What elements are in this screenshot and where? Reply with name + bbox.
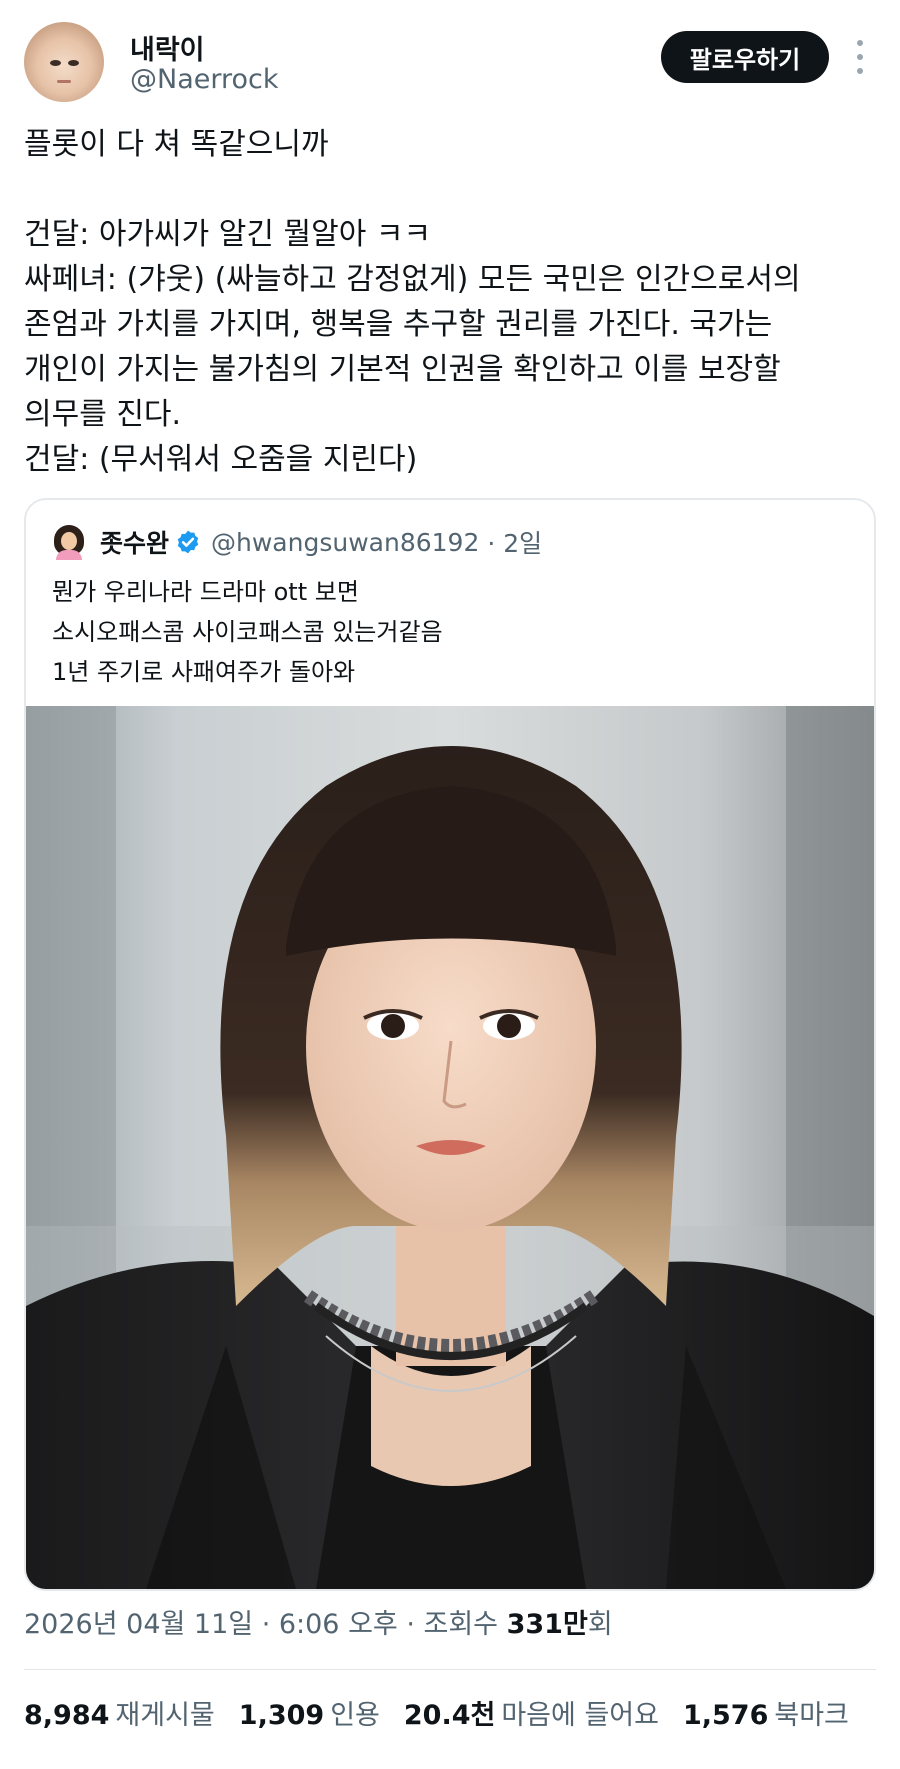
author-display-name[interactable]: 내락이 bbox=[130, 28, 205, 67]
tweet-header: 내락이 @Naerrock 팔로우하기 bbox=[0, 0, 900, 120]
stat-number: 20.4천 bbox=[403, 1700, 496, 1731]
tweet-line: 싸페녀: (갸웃) (싸늘하고 감정없게) 모든 국민은 인간으로서의 bbox=[24, 262, 801, 297]
tweet-line: 의무를 진다. bbox=[24, 397, 182, 432]
quoted-tweet-text: 뭔가 우리나라 드라마 ott 보면 소시오패스콤 사이코패스콤 있는거같음 1… bbox=[52, 572, 443, 692]
divider bbox=[24, 1669, 876, 1670]
portrait-illustration bbox=[26, 706, 874, 1589]
stat-quotes[interactable]: 1,309 인용 bbox=[239, 1693, 380, 1732]
quoted-tweet[interactable]: 좃수완 @hwangsuwan86192 · 2일 뭔가 우리나라 드라마 ot… bbox=[24, 498, 876, 1591]
quoted-author-handle[interactable]: @hwangsuwan86192 bbox=[211, 528, 479, 557]
engagement-stats: 8,984 재게시물 1,309 인용 20.4천 마음에 들어요 1,576 북마크 bbox=[24, 1693, 873, 1732]
stat-likes[interactable]: 20.4천 마음에 들어요 bbox=[404, 1693, 659, 1732]
tweet-line: 개인이 가지는 불가침의 기본적 인권을 확인하고 이를 보장할 bbox=[24, 352, 781, 387]
quoted-author-name[interactable]: 좃수완 bbox=[100, 524, 169, 560]
author-handle[interactable]: @Naerrock bbox=[130, 64, 279, 95]
follow-button[interactable]: 팔로우하기 bbox=[661, 31, 829, 83]
stat-number: 1,576 bbox=[682, 1700, 769, 1731]
stat-label: 북마크 bbox=[774, 1700, 849, 1731]
stat-label: 인용 bbox=[330, 1700, 380, 1731]
timestamp-text: 2026년 04월 11일 · 6:06 오후 · 조회수 bbox=[24, 1609, 507, 1640]
quoted-line: 뭔가 우리나라 드라마 ott 보면 bbox=[52, 578, 359, 606]
stat-reposts[interactable]: 8,984 재게시물 bbox=[24, 1693, 215, 1732]
quoted-line: 소시오패스콤 사이코패스콤 있는거같음 bbox=[52, 618, 443, 646]
quoted-line: 1년 주기로 사패여주가 돌아와 bbox=[52, 658, 356, 686]
tweet-text: 플롯이 다 쳐 똑같으니까 건달: 아가씨가 알긴 뭘알아 ㅋㅋ 싸페녀: (갸… bbox=[24, 122, 876, 482]
stat-label: 재게시물 bbox=[115, 1700, 215, 1731]
quoted-tweet-photo[interactable] bbox=[26, 706, 874, 1589]
tweet-line: 존엄과 가치를 가지며, 행복을 추구할 권리를 가진다. 국가는 bbox=[24, 307, 773, 342]
tweet-line: 플롯이 다 쳐 똑같으니까 bbox=[24, 127, 329, 162]
quoted-tweet-header: 좃수완 @hwangsuwan86192 · 2일 bbox=[52, 522, 542, 562]
author-avatar[interactable] bbox=[24, 22, 104, 102]
stat-number: 1,309 bbox=[238, 1700, 325, 1731]
stat-label: 마음에 들어요 bbox=[501, 1700, 659, 1731]
more-options-icon[interactable] bbox=[852, 40, 868, 74]
tweet-timestamp[interactable]: 2026년 04월 11일 · 6:06 오후 · 조회수 331만회 bbox=[24, 1602, 613, 1641]
verified-badge-icon bbox=[177, 530, 199, 554]
quoted-author-avatar[interactable] bbox=[52, 525, 86, 560]
quoted-tweet-time: · 2일 bbox=[487, 529, 543, 558]
stat-number: 8,984 bbox=[24, 1700, 110, 1731]
stat-bookmarks[interactable]: 1,576 북마크 bbox=[683, 1693, 849, 1732]
tweet-line: 건달: 아가씨가 알긴 뭘알아 ㅋㅋ bbox=[24, 217, 432, 252]
tweet-line: 건달: (무서워서 오줌을 지린다) bbox=[24, 442, 418, 477]
views-count: 331만 bbox=[506, 1609, 588, 1640]
views-suffix: 회 bbox=[587, 1609, 613, 1640]
